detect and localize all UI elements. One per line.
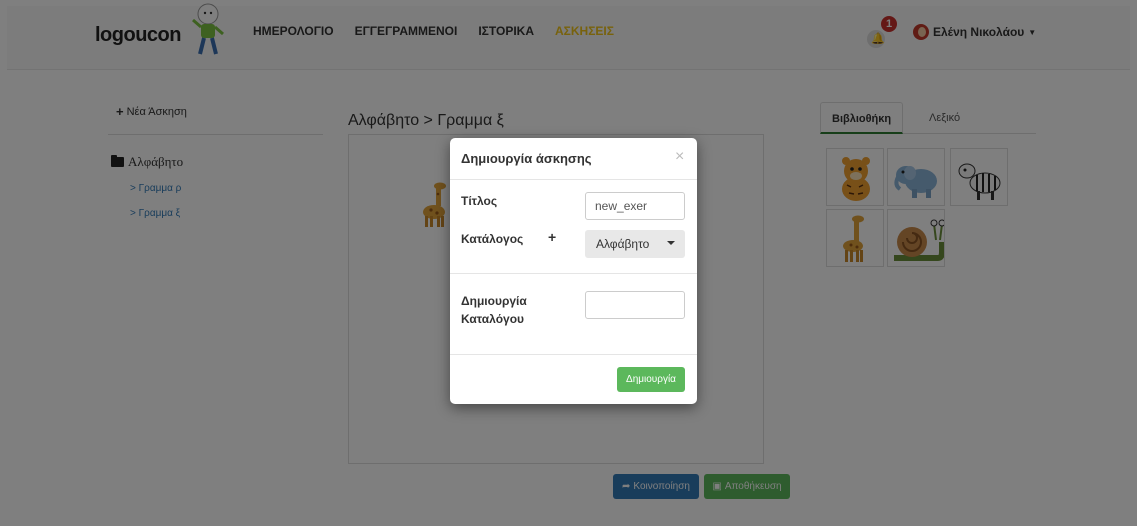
create-catalog-input[interactable] [585, 291, 685, 319]
create-catalog-label-line2: Καταλόγου [461, 312, 525, 326]
modal-footer-divider [450, 354, 697, 355]
title-label: Τίτλος [461, 194, 498, 208]
catalog-select-value: Αλφάβητο [596, 237, 650, 251]
modal-title: Δημιουργία άσκησης [461, 151, 592, 166]
catalog-select[interactable]: Αλφάβητο [585, 230, 685, 258]
modal-section-divider [450, 273, 697, 274]
catalog-label: Κατάλογος [461, 232, 524, 246]
create-exercise-modal: Δημιουργία άσκησης × Τίτλος new_exer Κατ… [450, 138, 697, 404]
chevron-down-icon [667, 241, 675, 245]
create-catalog-label-line1: Δημιουργία [461, 294, 527, 308]
title-input[interactable]: new_exer [585, 192, 685, 220]
modal-header-divider [450, 179, 697, 180]
create-button[interactable]: Δημιουργία [617, 367, 685, 392]
close-icon[interactable]: × [675, 148, 684, 166]
add-catalog-plus-icon[interactable]: + [548, 229, 556, 245]
